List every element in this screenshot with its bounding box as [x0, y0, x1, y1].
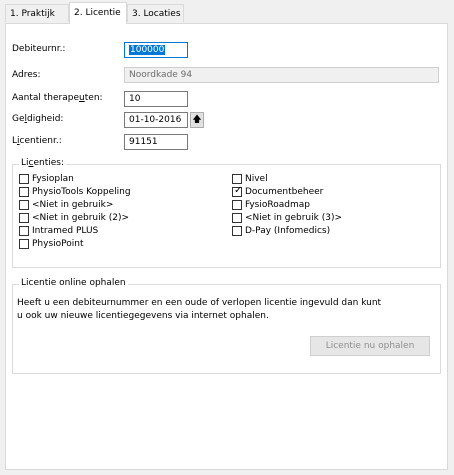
licenties-title-post: enties:	[33, 158, 64, 168]
debiteurnr-input[interactable]: 100000	[124, 42, 188, 58]
checkbox-box[interactable]	[232, 200, 242, 210]
checkbox-box[interactable]	[19, 226, 29, 236]
licenties-title-pre: Li	[21, 158, 29, 168]
licentie-label: Nivel	[245, 174, 268, 184]
geldigheid-label: Geldigheid:	[12, 114, 63, 124]
licentie-checkbox-physiotools[interactable]: PhysioTools Koppeling	[19, 186, 131, 198]
licenties-group: Licenties: Fysioplan PhysioTools Koppeli…	[12, 158, 441, 268]
licentie-label: D-Pay (Infomedics)	[245, 226, 331, 236]
arrow-up-icon: 🡅	[192, 115, 202, 125]
online-info-line1: Heeft u een debiteurnummer en een oude o…	[17, 298, 382, 308]
checkbox-box[interactable]	[232, 226, 242, 236]
checkbox-box[interactable]	[19, 174, 29, 184]
checkbox-box[interactable]	[19, 187, 29, 197]
licentienr-label: Licentienr.:	[12, 136, 62, 146]
aantal-therapeuten-label: Aantal therapeuten:	[12, 93, 103, 103]
adres-label: Adres:	[12, 70, 41, 80]
geldigheid-input[interactable]: 01-10-2016	[124, 112, 188, 128]
licentie-label: <Niet in gebruik (3)>	[245, 213, 342, 223]
licentie-panel: Debiteurnr.: 100000 Adres: Noordkade 94 …	[5, 23, 448, 470]
licentienr-label-post: centienr.:	[19, 136, 62, 146]
licentie-checkbox-fysioplan[interactable]: Fysioplan	[19, 173, 74, 185]
aantal-label-pre: Aantal therape	[12, 93, 80, 103]
licentienr-input[interactable]: 91151	[124, 134, 188, 150]
geldigheid-label-post: digheid:	[27, 114, 64, 124]
licentie-checkbox-physiopoint[interactable]: PhysioPoint	[19, 238, 84, 250]
licentie-label: Fysioplan	[32, 174, 74, 184]
debiteurnr-value: 100000	[129, 45, 166, 55]
online-info-line2: u ook uw nieuwe licentiegegevens via int…	[17, 311, 269, 321]
debiteurnr-label: Debiteurnr.:	[12, 44, 66, 54]
licentie-label: PhysioTools Koppeling	[32, 187, 131, 197]
aantal-label-post: ten:	[84, 93, 103, 103]
checkbox-box[interactable]	[232, 174, 242, 184]
adres-input: Noordkade 94	[124, 67, 439, 83]
licence-settings-window: 1. Praktijk 2. Licentie 3. Locaties Debi…	[0, 0, 454, 475]
licentie-ophalen-button[interactable]: Licentie nu ophalen	[310, 336, 430, 356]
checkbox-box[interactable]	[19, 213, 29, 223]
checkbox-box[interactable]: ✓	[232, 185, 243, 197]
licentie-checkbox-fysioroadmap[interactable]: FysioRoadmap	[232, 199, 310, 211]
licenties-group-title: Licenties:	[19, 158, 66, 168]
licentie-checkbox-d-pay[interactable]: D-Pay (Infomedics)	[232, 225, 330, 237]
licentie-checkbox-documentbeheer[interactable]: ✓ Documentbeheer	[232, 185, 324, 198]
licentie-checkbox-niet-in-gebruik-2[interactable]: <Niet in gebruik (2)>	[19, 212, 129, 224]
online-group-title: Licentie online ophalen	[19, 278, 128, 288]
checkbox-box[interactable]	[232, 213, 242, 223]
licentie-label: PhysioPoint	[32, 239, 84, 249]
aantal-therapeuten-input[interactable]: 10	[124, 91, 188, 107]
licentie-checkbox-intramed-plus[interactable]: Intramed PLUS	[19, 225, 98, 237]
licentie-label: <Niet in gebruik (2)>	[32, 213, 129, 223]
licentie-checkbox-niet-in-gebruik[interactable]: <Niet in gebruik>	[19, 199, 113, 211]
geldigheid-up-button[interactable]: 🡅	[190, 112, 204, 128]
checkbox-box[interactable]	[19, 200, 29, 210]
licentie-checkbox-niet-in-gebruik-3[interactable]: <Niet in gebruik (3)>	[232, 212, 342, 224]
checkbox-box[interactable]	[19, 239, 29, 249]
checkmark-icon: ✓	[234, 185, 243, 196]
licentie-label: Intramed PLUS	[32, 226, 99, 236]
tab-licentie[interactable]: 2. Licentie	[69, 2, 127, 24]
licentie-label: Documentbeheer	[245, 187, 324, 197]
licentie-label: FysioRoadmap	[245, 200, 310, 210]
geldigheid-label-pre: Ge	[12, 114, 25, 124]
tab-locaties[interactable]: 3. Locaties	[127, 4, 184, 22]
online-group: Licentie online ophalen Heeft u een debi…	[12, 278, 441, 374]
licentie-checkbox-nivel[interactable]: Nivel	[232, 173, 268, 185]
tab-praktijk[interactable]: 1. Praktijk	[5, 4, 69, 22]
licentie-label: <Niet in gebruik>	[32, 200, 114, 210]
tab-bar: 1. Praktijk 2. Licentie 3. Locaties	[0, 0, 454, 24]
